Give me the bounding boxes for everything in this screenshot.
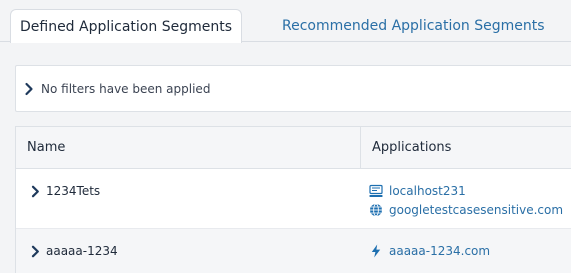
column-divider[interactable]: [360, 127, 361, 169]
application-label[interactable]: googletestcasesensitive.com: [389, 202, 563, 218]
application-label[interactable]: aaaaa-1234.com: [389, 243, 490, 259]
filter-bar[interactable]: No filters have been applied: [15, 65, 571, 112]
expand-row-chevron-icon[interactable]: [31, 185, 40, 198]
table-row: 1234Tets localhost231 googletestcasesens…: [16, 169, 571, 229]
segments-table: Name Applications 1234Tets localhost231: [15, 126, 571, 273]
lightning-icon: [371, 244, 381, 258]
table-row: aaaaa-1234 aaaaa-1234.com: [16, 229, 571, 273]
column-header-name[interactable]: Name: [27, 127, 65, 169]
server-icon: [369, 184, 383, 197]
globe-icon: [370, 203, 382, 217]
application-label[interactable]: localhost231: [389, 183, 466, 199]
segment-name: aaaaa-1234: [46, 244, 118, 258]
tab-defined-application-segments[interactable]: Defined Application Segments: [10, 9, 242, 43]
filter-status-text: No filters have been applied: [41, 82, 211, 96]
segment-name: 1234Tets: [46, 184, 101, 198]
column-header-applications[interactable]: Applications: [372, 127, 451, 169]
app-segments-page: Defined Application Segments Recommended…: [0, 0, 571, 273]
chevron-right-icon[interactable]: [24, 82, 34, 96]
tab-bar: Defined Application Segments Recommended…: [0, 0, 571, 43]
table-header: Name Applications: [16, 127, 571, 169]
tab-recommended-application-segments[interactable]: Recommended Application Segments: [282, 9, 545, 43]
expand-row-chevron-icon[interactable]: [31, 245, 40, 258]
